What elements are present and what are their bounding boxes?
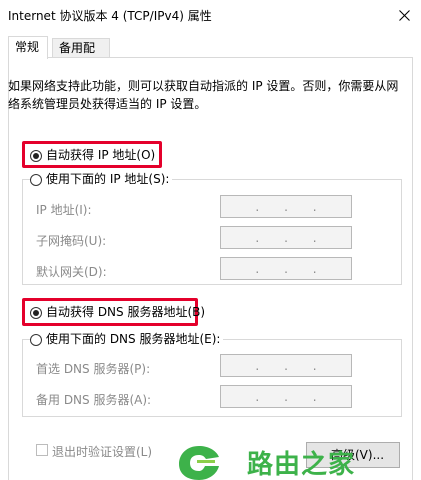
manual-dns-radio[interactable] bbox=[30, 333, 42, 346]
manual-ip-option[interactable]: 使用下面的 IP 地址(S): bbox=[30, 171, 173, 187]
manual-ip-label: 使用下面的 IP 地址(S): bbox=[46, 172, 170, 186]
auto-ip-label: 自动获得 IP 地址(O) bbox=[46, 148, 156, 162]
tab-alternate-configuration[interactable]: 备用配置 bbox=[52, 38, 110, 73]
alternate-dns-label: 备用 DNS 服务器(A): bbox=[36, 393, 152, 407]
auto-dns-radio[interactable] bbox=[30, 306, 42, 319]
manual-dns-option[interactable]: 使用下面的 DNS 服务器地址(E): bbox=[30, 331, 224, 347]
window-title: Internet 协议版本 4 (TCP/IPv4) 属性 bbox=[8, 9, 212, 23]
auto-ip-radio[interactable] bbox=[30, 149, 42, 162]
title-bar: Internet 协议版本 4 (TCP/IPv4) 属性 bbox=[0, 0, 421, 30]
close-button[interactable] bbox=[387, 0, 421, 30]
subnet-mask-input[interactable]: ... bbox=[220, 226, 352, 249]
validate-on-exit-checkbox[interactable] bbox=[36, 444, 48, 456]
dialog-window: Internet 协议版本 4 (TCP/IPv4) 属性 常规 备用配置 如果… bbox=[0, 0, 421, 480]
preferred-dns-input[interactable]: ... bbox=[220, 354, 352, 377]
description-line: 络系统管理员处获得适当的 IP 设置。 bbox=[8, 97, 207, 111]
alternate-dns-input[interactable]: ... bbox=[220, 385, 352, 408]
default-gateway-input[interactable]: ... bbox=[220, 257, 352, 280]
auto-dns-option[interactable]: 自动获得 DNS 服务器地址(B) bbox=[30, 304, 205, 320]
auto-ip-option[interactable]: 自动获得 IP 地址(O) bbox=[30, 147, 155, 163]
manual-dns-label: 使用下面的 DNS 服务器地址(E): bbox=[46, 332, 221, 346]
validate-on-exit-label: 退出时验证设置(L) bbox=[52, 445, 153, 459]
description-text: 如果网络支持此功能，则可以获取自动指派的 IP 设置。否则，你需要从网 络系统管… bbox=[8, 77, 403, 113]
preferred-dns-label: 首选 DNS 服务器(P): bbox=[36, 362, 151, 376]
subnet-mask-label: 子网掩码(U): bbox=[36, 234, 107, 248]
ip-address-input[interactable]: ... bbox=[220, 195, 352, 218]
manual-ip-radio[interactable] bbox=[30, 173, 42, 186]
tab-bar: 常规 备用配置 bbox=[8, 36, 413, 73]
watermark-text: 路由之家 bbox=[247, 450, 356, 480]
tab-general[interactable]: 常规 bbox=[8, 36, 48, 59]
description-line: 如果网络支持此功能，则可以获取自动指派的 IP 设置。否则，你需要从网 bbox=[8, 79, 399, 93]
router-home-logo-icon bbox=[179, 446, 219, 480]
watermark: 路由之家 bbox=[175, 440, 421, 480]
ip-address-label: IP 地址(I): bbox=[36, 203, 92, 217]
auto-dns-label: 自动获得 DNS 服务器地址(B) bbox=[46, 305, 206, 319]
close-icon bbox=[398, 9, 410, 21]
default-gateway-label: 默认网关(D): bbox=[36, 265, 107, 279]
